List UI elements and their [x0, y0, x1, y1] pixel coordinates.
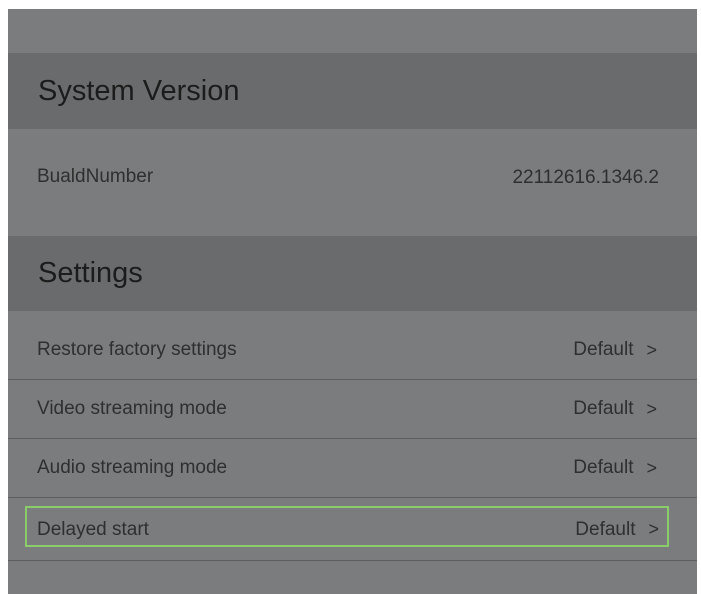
setting-item-video-streaming[interactable]: Video streaming mode Default > [8, 380, 697, 439]
setting-value: Default [573, 398, 634, 419]
build-number-label: BualdNumber [37, 166, 154, 187]
system-version-header: System Version [8, 53, 697, 129]
build-number-value: 22112616.1346.2 [512, 167, 659, 188]
settings-panel: System Version BualdNumber 22112616.1346… [8, 9, 697, 594]
setting-value-group: Default > [573, 339, 657, 361]
chevron-right-icon: > [648, 519, 659, 539]
build-number-row: BualdNumber 22112616.1346.2 [8, 167, 697, 197]
system-version-title: System Version [38, 74, 240, 107]
setting-value-group: Default > [573, 398, 657, 420]
setting-item-restore-factory[interactable]: Restore factory settings Default > [8, 321, 697, 380]
setting-label: Restore factory settings [37, 339, 237, 360]
setting-label: Video streaming mode [37, 398, 227, 419]
setting-item-delayed-start[interactable]: Delayed start Default > [8, 499, 697, 561]
chevron-right-icon: > [646, 398, 657, 419]
setting-value: Default [575, 518, 636, 540]
chevron-right-icon: > [646, 339, 657, 360]
settings-title: Settings [38, 257, 143, 289]
chevron-right-icon: > [646, 457, 657, 478]
setting-label: Audio streaming mode [37, 457, 228, 478]
setting-item-audio-streaming[interactable]: Audio streaming mode Default > [8, 439, 697, 498]
settings-header: Settings [8, 236, 697, 311]
setting-value: Default [573, 339, 634, 360]
setting-value-group: Default > [575, 519, 659, 541]
setting-label: Delayed start [37, 518, 149, 540]
setting-value: Default [573, 457, 634, 478]
setting-value-group: Default > [573, 457, 657, 479]
